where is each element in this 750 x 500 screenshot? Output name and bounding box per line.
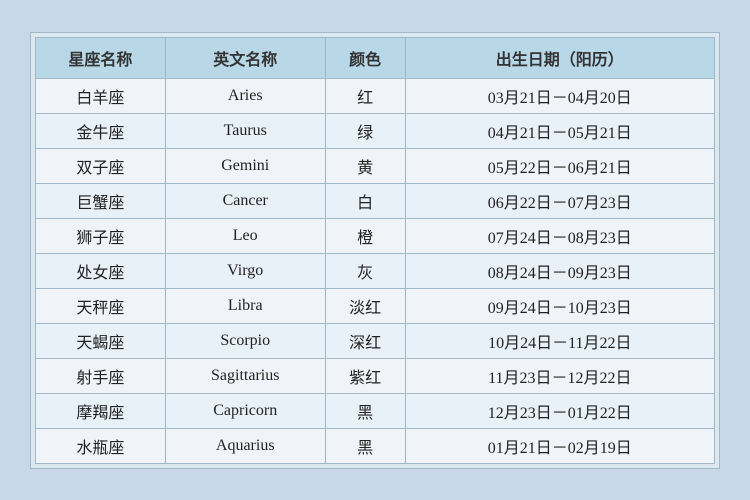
table-header-row: 星座名称 英文名称 颜色 出生日期（阳历） [36,37,715,78]
header-zh: 星座名称 [36,37,166,78]
cell-date: 06月22日－07月23日 [405,183,714,218]
cell-color: 紫红 [325,358,405,393]
cell-zh: 处女座 [36,253,166,288]
cell-zh: 双子座 [36,148,166,183]
table-row: 双子座Gemini黄05月22日－06月21日 [36,148,715,183]
cell-date: 12月23日－01月22日 [405,393,714,428]
cell-date: 07月24日－08月23日 [405,218,714,253]
cell-date: 04月21日－05月21日 [405,113,714,148]
cell-date: 11月23日－12月22日 [405,358,714,393]
cell-zh: 摩羯座 [36,393,166,428]
cell-color: 深红 [325,323,405,358]
cell-zh: 水瓶座 [36,428,166,463]
cell-color: 黑 [325,393,405,428]
cell-color: 淡红 [325,288,405,323]
cell-date: 05月22日－06月21日 [405,148,714,183]
table-row: 狮子座Leo橙07月24日－08月23日 [36,218,715,253]
cell-zh: 天秤座 [36,288,166,323]
table-row: 白羊座Aries红03月21日－04月20日 [36,78,715,113]
cell-zh: 金牛座 [36,113,166,148]
cell-zh: 射手座 [36,358,166,393]
cell-color: 橙 [325,218,405,253]
cell-color: 红 [325,78,405,113]
cell-date: 03月21日－04月20日 [405,78,714,113]
cell-color: 白 [325,183,405,218]
cell-en: Scorpio [165,323,325,358]
table-row: 处女座Virgo灰08月24日－09月23日 [36,253,715,288]
cell-date: 10月24日－11月22日 [405,323,714,358]
table-row: 金牛座Taurus绿04月21日－05月21日 [36,113,715,148]
cell-en: Capricorn [165,393,325,428]
cell-zh: 巨蟹座 [36,183,166,218]
cell-en: Sagittarius [165,358,325,393]
header-en: 英文名称 [165,37,325,78]
cell-zh: 狮子座 [36,218,166,253]
cell-color: 黄 [325,148,405,183]
table-row: 天秤座Libra淡红09月24日－10月23日 [36,288,715,323]
cell-en: Cancer [165,183,325,218]
cell-date: 09月24日－10月23日 [405,288,714,323]
cell-date: 01月21日－02月19日 [405,428,714,463]
cell-en: Gemini [165,148,325,183]
zodiac-table-container: 星座名称 英文名称 颜色 出生日期（阳历） 白羊座Aries红03月21日－04… [30,32,720,469]
table-row: 水瓶座Aquarius黑01月21日－02月19日 [36,428,715,463]
cell-zh: 天蝎座 [36,323,166,358]
table-row: 摩羯座Capricorn黑12月23日－01月22日 [36,393,715,428]
cell-color: 绿 [325,113,405,148]
cell-en: Taurus [165,113,325,148]
table-row: 天蝎座Scorpio深红10月24日－11月22日 [36,323,715,358]
zodiac-table: 星座名称 英文名称 颜色 出生日期（阳历） 白羊座Aries红03月21日－04… [35,37,715,464]
cell-color: 黑 [325,428,405,463]
cell-date: 08月24日－09月23日 [405,253,714,288]
header-color: 颜色 [325,37,405,78]
cell-en: Virgo [165,253,325,288]
cell-en: Aries [165,78,325,113]
cell-en: Aquarius [165,428,325,463]
cell-en: Leo [165,218,325,253]
cell-en: Libra [165,288,325,323]
table-row: 巨蟹座Cancer白06月22日－07月23日 [36,183,715,218]
header-date: 出生日期（阳历） [405,37,714,78]
cell-color: 灰 [325,253,405,288]
cell-zh: 白羊座 [36,78,166,113]
table-row: 射手座Sagittarius紫红11月23日－12月22日 [36,358,715,393]
